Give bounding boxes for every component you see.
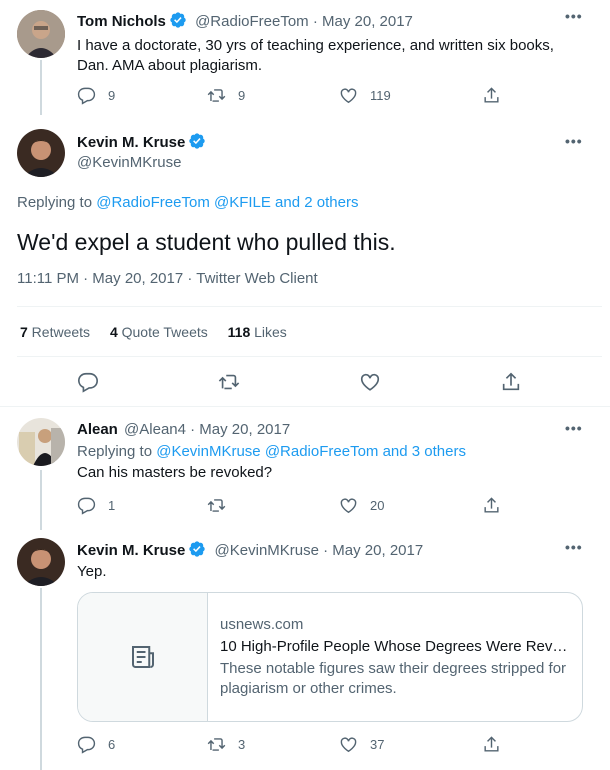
handle-date: @Alean4 · May 20, 2017 — [124, 421, 291, 438]
avatar-alean[interactable] — [17, 418, 65, 466]
card-body: usnews.com 10 High-Profile People Whose … — [208, 593, 582, 721]
card-title: 10 High-Profile People Whose Degrees Wer… — [220, 638, 570, 655]
card-thumbnail — [78, 593, 208, 721]
replying-mentions[interactable]: @RadioFreeTom @KFILE and 2 others — [96, 194, 358, 211]
reply2-header: Kevin M. Kruse @KevinMKruse · May 20, 20… — [77, 540, 423, 559]
share-icon — [484, 736, 499, 752]
verified-icon — [189, 541, 206, 557]
tweet-stats: 7 Retweets 4 Quote Tweets 118 Likes — [20, 324, 287, 340]
verified-icon — [170, 12, 186, 28]
divider — [17, 356, 602, 357]
share-button[interactable] — [482, 496, 501, 515]
retweet-icon — [207, 499, 226, 512]
tweet1-header: Tom Nichols @RadioFreeTom · May 20, 2017 — [77, 11, 413, 30]
like-icon — [340, 88, 357, 104]
author-name[interactable]: Alean — [77, 421, 118, 438]
main-author: Kevin M. Kruse — [77, 132, 206, 151]
retweet-button[interactable]: 3 — [207, 735, 245, 754]
author-handle[interactable]: @KevinMKruse — [77, 154, 181, 171]
author-name[interactable]: Tom Nichols — [77, 13, 166, 30]
share-button[interactable] — [482, 86, 501, 105]
more-icon[interactable]: ••• — [565, 133, 583, 149]
tweet-text: Yep. — [77, 563, 107, 580]
reply-icon — [78, 372, 98, 393]
avatar-kevin-kruse[interactable] — [17, 129, 65, 177]
tweet-text: Can his masters be revoked? — [77, 464, 273, 481]
more-icon[interactable]: ••• — [565, 8, 583, 24]
card-domain: usnews.com — [220, 616, 304, 633]
card-description: These notable figures saw their degrees … — [220, 660, 567, 697]
reply-count: 1 — [108, 498, 116, 513]
retweet-count: 3 — [238, 737, 246, 752]
article-icon — [131, 646, 154, 668]
thread-line — [40, 588, 42, 770]
reply-button[interactable]: 1 — [77, 496, 115, 515]
like-count: 20 — [370, 498, 385, 513]
like-button[interactable]: 37 — [339, 735, 384, 754]
reply-button[interactable]: 6 — [77, 735, 115, 754]
avatar-kevin-kruse[interactable] — [17, 538, 65, 586]
more-icon[interactable]: ••• — [565, 539, 583, 555]
likes-stat[interactable]: 118 Likes — [228, 324, 287, 340]
divider — [17, 306, 602, 307]
like-button[interactable]: 119 — [339, 86, 391, 105]
tweet-text: I have a doctorate, 30 yrs of teaching e… — [77, 37, 554, 74]
like-icon — [340, 737, 357, 753]
avatar-tom-nichols[interactable] — [17, 10, 65, 58]
reply-button[interactable] — [77, 371, 99, 393]
share-icon — [502, 372, 520, 391]
replying-prefix: Replying to — [17, 194, 97, 211]
replying-to: Replying to @RadioFreeTom @KFILE and 2 o… — [17, 194, 358, 211]
replying-mentions[interactable]: @KevinMKruse @RadioFreeTom and 3 others — [156, 443, 466, 460]
handle-date: @RadioFreeTom · May 20, 2017 — [195, 13, 413, 30]
reply1-header: Alean @Alean4 · May 20, 2017 — [77, 421, 290, 438]
author-name[interactable]: Kevin M. Kruse — [77, 542, 185, 559]
reply-count: 9 — [108, 88, 116, 103]
retweet-button[interactable]: 9 — [207, 86, 245, 105]
replying-to: Replying to @KevinMKruse @RadioFreeTom a… — [77, 443, 466, 460]
retweet-count: 9 — [238, 88, 246, 103]
retweet-icon — [218, 374, 240, 390]
reply-count: 6 — [108, 737, 116, 752]
share-icon — [484, 87, 499, 103]
main-tweet-text: We'd expel a student who pulled this. — [17, 229, 396, 255]
like-button[interactable]: 20 — [339, 496, 384, 515]
retweet-icon — [207, 89, 226, 102]
tweet-timestamp[interactable]: 11:11 PM · May 20, 2017 · Twitter Web Cl… — [17, 270, 318, 287]
quote-tweets-stat[interactable]: 4 Quote Tweets — [110, 324, 208, 340]
like-icon — [360, 373, 380, 391]
like-count: 37 — [370, 737, 385, 752]
author-name[interactable]: Kevin M. Kruse — [77, 134, 185, 151]
reply-button[interactable]: 9 — [77, 86, 115, 105]
thread-line — [40, 60, 42, 115]
divider — [0, 406, 610, 407]
reply-icon — [77, 497, 96, 515]
reply-icon — [77, 87, 96, 105]
share-button[interactable] — [482, 735, 501, 754]
handle-date: @KevinMKruse · May 20, 2017 — [214, 542, 424, 559]
verified-icon — [189, 133, 206, 149]
like-icon — [340, 498, 357, 514]
more-icon[interactable]: ••• — [565, 420, 583, 436]
link-card[interactable]: usnews.com 10 High-Profile People Whose … — [77, 592, 583, 722]
retweet-button[interactable] — [218, 371, 240, 393]
replying-prefix: Replying to — [77, 443, 157, 460]
retweet-button[interactable] — [207, 496, 238, 515]
share-button[interactable] — [500, 371, 522, 393]
reply-icon — [77, 736, 96, 754]
thread-line — [40, 470, 42, 530]
retweets-stat[interactable]: 7 Retweets — [20, 324, 90, 340]
share-icon — [484, 497, 499, 513]
like-count: 119 — [370, 88, 391, 103]
retweet-icon — [207, 738, 226, 751]
like-button[interactable] — [359, 371, 381, 393]
